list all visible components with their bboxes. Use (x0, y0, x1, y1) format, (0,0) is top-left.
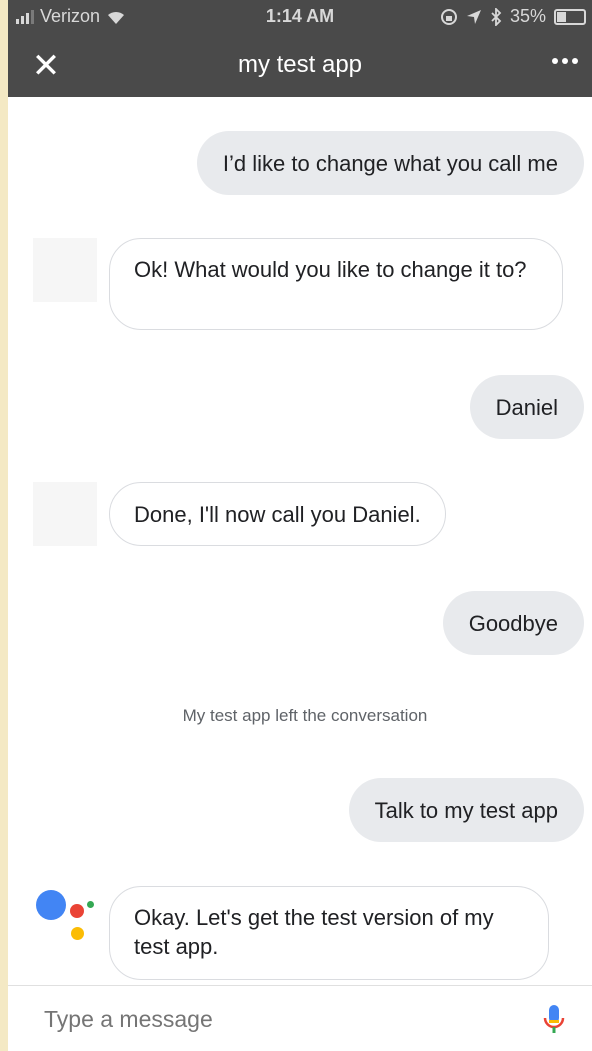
message-text: Talk to my test app (374, 797, 558, 823)
assistant-dot-blue (36, 890, 66, 920)
message-text: Goodbye (468, 610, 558, 636)
user-message: Goodbye (442, 591, 584, 655)
google-assistant-icon (34, 890, 98, 946)
message-text: I’d like to change what you call me (222, 150, 558, 176)
left-edge-strip (0, 0, 8, 1051)
input-bar (8, 985, 592, 1051)
status-bar: Verizon 1:14 AM 35% (8, 0, 592, 36)
battery-icon (554, 8, 586, 25)
message-text: Daniel (495, 394, 558, 420)
phone-screen: Verizon 1:14 AM 35% ✕ my test app I’d li… (8, 0, 592, 1051)
status-right: 35% (440, 6, 586, 27)
user-message: Daniel (469, 375, 584, 439)
assistant-dot-green (87, 901, 94, 908)
more-icon[interactable] (552, 58, 578, 64)
message-input[interactable] (44, 1006, 504, 1033)
user-message: I’d like to change what you call me (196, 131, 584, 195)
bluetooth-icon (491, 7, 502, 26)
app-avatar (33, 238, 97, 302)
system-notice: My test app left the conversation (182, 706, 428, 725)
location-icon (466, 9, 481, 24)
app-avatar (33, 482, 97, 546)
assistant-message: Okay. Let's get the test version of my t… (109, 886, 549, 980)
app-bar: ✕ my test app (8, 36, 592, 97)
assistant-dot-red (70, 904, 84, 918)
mic-icon[interactable] (542, 1004, 566, 1036)
user-message: Talk to my test app (348, 778, 584, 842)
lock-rotation-icon (440, 8, 457, 25)
message-text: Okay. Let's get the test version of my t… (134, 905, 494, 959)
message-text: Done, I'll now call you Daniel. (134, 501, 421, 527)
message-text: Ok! What would you like to change it to? (134, 257, 527, 282)
assistant-dot-yellow (71, 927, 84, 940)
battery-level (557, 11, 566, 22)
battery-percent: 35% (509, 6, 546, 26)
app-title: my test app (237, 51, 363, 78)
app-message: Ok! What would you like to change it to? (109, 238, 563, 330)
app-message: Done, I'll now call you Daniel. (109, 482, 446, 546)
